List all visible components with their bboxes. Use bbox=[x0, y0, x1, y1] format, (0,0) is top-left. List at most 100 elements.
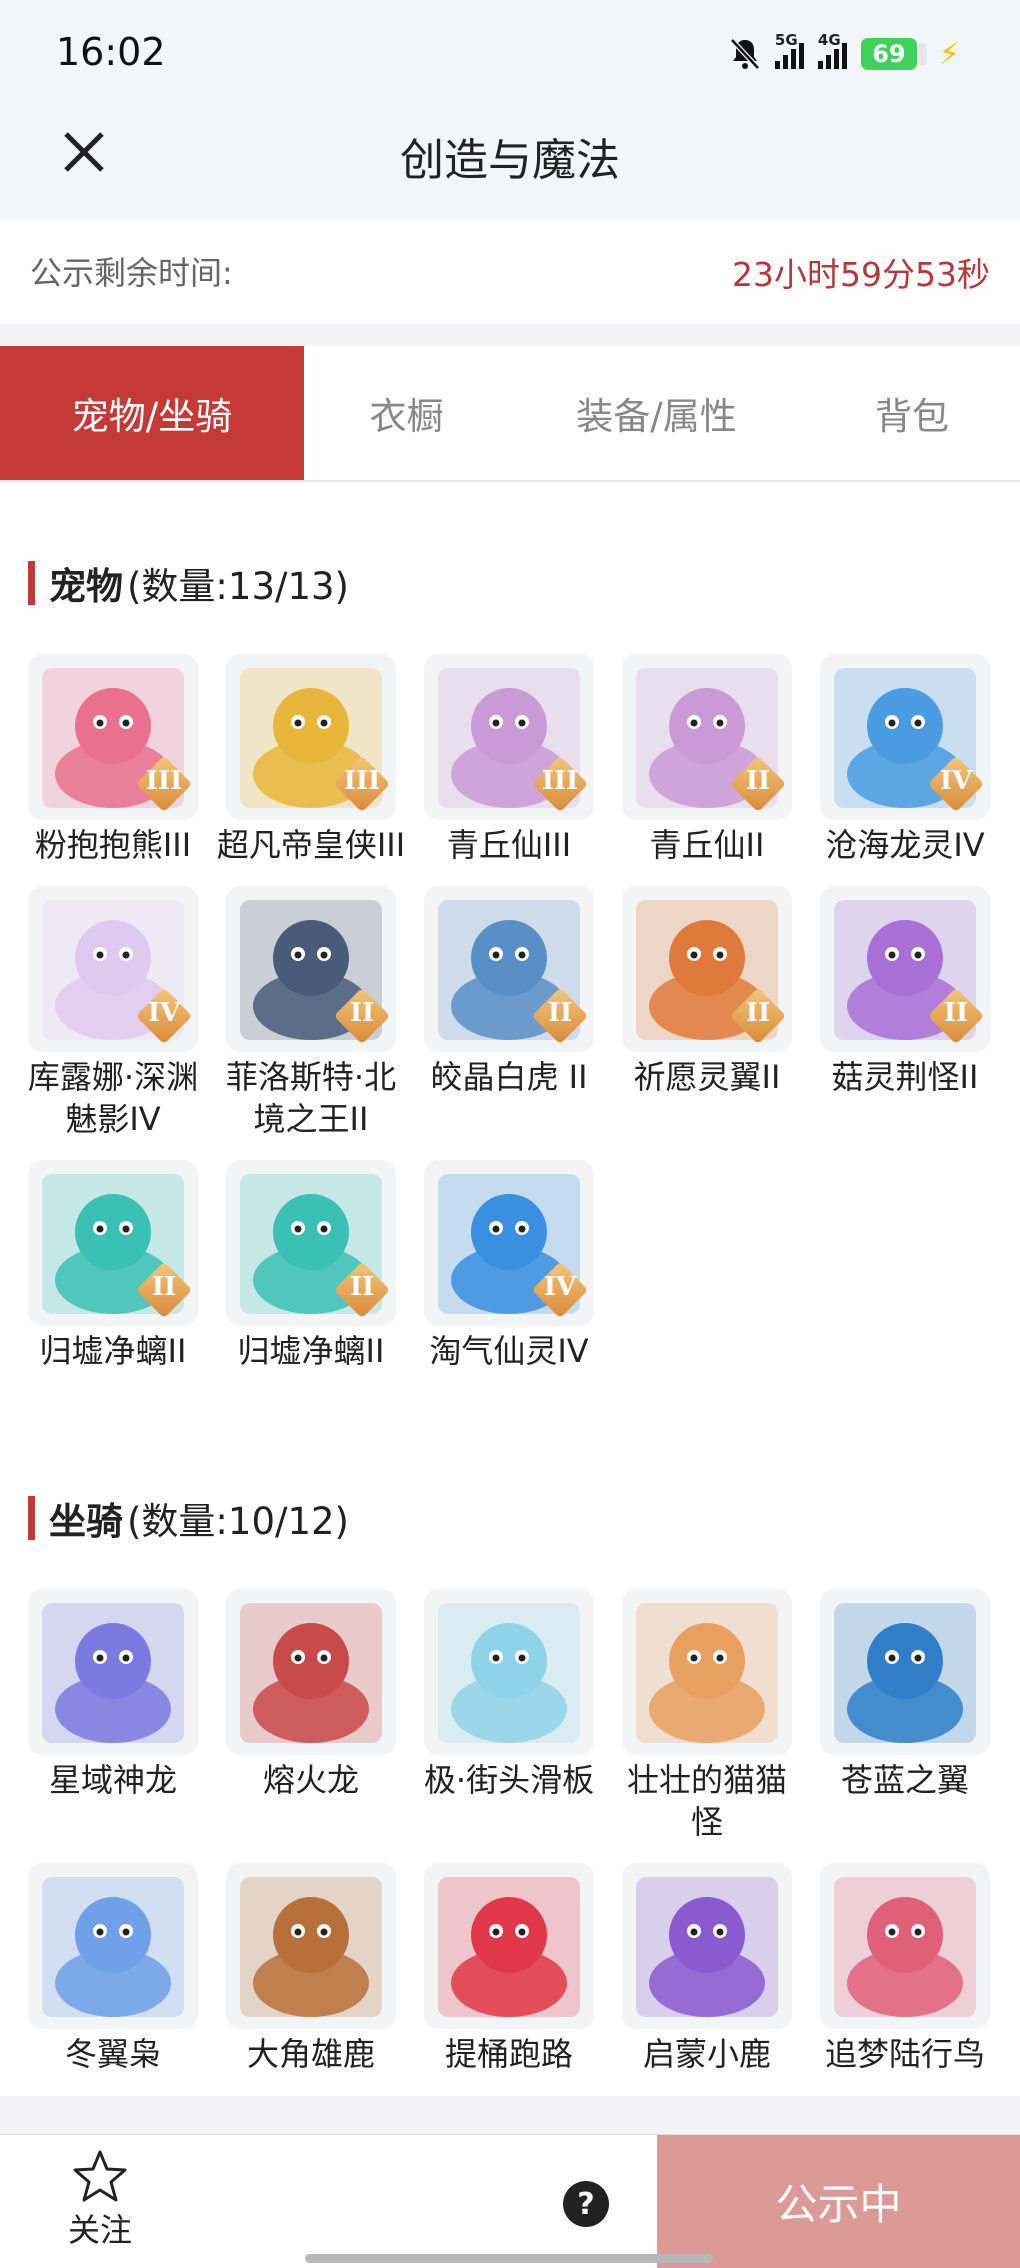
star-icon bbox=[73, 2150, 127, 2202]
grade-badge: II bbox=[927, 987, 985, 1045]
divider bbox=[0, 2096, 1020, 2134]
mounts-item[interactable]: 启蒙小鹿 bbox=[622, 1863, 792, 2075]
mounts-name: 极·街头滑板 bbox=[423, 1761, 595, 1799]
pets-count: (数量:13/13) bbox=[127, 565, 349, 608]
signal-5g-icon: 5G bbox=[774, 31, 804, 69]
pets-item[interactable]: III 粉抱抱熊III bbox=[28, 654, 198, 866]
mounts-image bbox=[424, 1863, 594, 2029]
pets-image: II bbox=[226, 1160, 396, 1326]
pets-name: 祈愿灵翼II bbox=[633, 1058, 781, 1096]
grade-badge: II bbox=[333, 1261, 391, 1319]
nav-bar: 创造与魔法 bbox=[0, 110, 1020, 220]
grade-badge: IV bbox=[927, 755, 985, 813]
mounts-item[interactable]: 熔火龙 bbox=[226, 1589, 396, 1843]
mounts-grid: 星域神龙 熔火龙 极·街头滑板 壮壮的猫猫怪 苍蓝之翼冬翼枭 大角雄鹿 提桶跑路 启蒙小鹿 追梦… bbox=[28, 1589, 998, 2075]
grade-badge: IV bbox=[135, 987, 193, 1045]
mounts-image bbox=[820, 1863, 990, 2029]
signal-4g-icon: 4G bbox=[817, 31, 847, 69]
mounts-item[interactable]: 苍蓝之翼 bbox=[820, 1589, 990, 1843]
mounts-image bbox=[622, 1589, 792, 1755]
bottom-bar: 关注 ? 公示中 bbox=[0, 2134, 1020, 2268]
pets-item[interactable]: II 皎晶白虎 II bbox=[424, 886, 594, 1140]
pets-image: IV bbox=[820, 654, 990, 820]
pets-image: II bbox=[820, 886, 990, 1052]
mounts-item[interactable]: 星域神龙 bbox=[28, 1589, 198, 1843]
status-icons: 5G 4G 69 ⚡ bbox=[729, 31, 960, 74]
pets-item[interactable]: II 祈愿灵翼II bbox=[622, 886, 792, 1140]
follow-label: 关注 bbox=[67, 2211, 132, 2249]
mounts-name: 苍蓝之翼 bbox=[840, 1761, 969, 1799]
mounts-image bbox=[820, 1589, 990, 1755]
mounts-title: 坐骑 bbox=[49, 1500, 123, 1543]
divider bbox=[0, 324, 1020, 346]
pets-image: II bbox=[622, 654, 792, 820]
pets-item[interactable]: IV 淘气仙灵IV bbox=[424, 1160, 594, 1372]
pets-item[interactable]: IV 库露娜·深渊魅影IV bbox=[28, 886, 198, 1140]
grade-badge: III bbox=[531, 755, 589, 813]
countdown-label: 公示剩余时间: bbox=[30, 254, 233, 292]
mounts-name: 提桶跑路 bbox=[444, 2035, 573, 2073]
mounts-name: 追梦陆行鸟 bbox=[824, 2035, 985, 2073]
mute-bell-icon bbox=[730, 38, 760, 70]
pets-name: 青丘仙III bbox=[446, 826, 572, 864]
pets-name: 沧海龙灵IV bbox=[825, 826, 985, 864]
tab-bar: 宠物/坐骑 衣橱 装备/属性 背包 bbox=[0, 346, 1020, 482]
pets-item[interactable]: II 青丘仙II bbox=[622, 654, 792, 866]
mounts-name: 大角雄鹿 bbox=[246, 2035, 375, 2073]
pets-name: 皎晶白虎 II bbox=[430, 1058, 588, 1096]
pets-item[interactable]: II 归墟净螭II bbox=[28, 1160, 198, 1372]
pets-item[interactable]: III 青丘仙III bbox=[424, 654, 594, 866]
mounts-count: (数量:10/12) bbox=[127, 1500, 349, 1543]
pets-name: 归墟净螭II bbox=[237, 1332, 385, 1370]
section-marker bbox=[28, 561, 35, 605]
tab-equipment[interactable]: 装备/属性 bbox=[509, 346, 804, 480]
follow-button[interactable]: 关注 bbox=[40, 2149, 160, 2251]
pets-image: III bbox=[226, 654, 396, 820]
mounts-item[interactable]: 大角雄鹿 bbox=[226, 1863, 396, 2075]
pets-section-title: 宠物 (数量:13/13) bbox=[28, 556, 349, 610]
status-bar: 16:02 5G 4G 69 ⚡ bbox=[0, 0, 1020, 110]
mounts-image bbox=[28, 1863, 198, 2029]
mounts-item[interactable]: 极·街头滑板 bbox=[424, 1589, 594, 1843]
grade-badge: II bbox=[729, 755, 787, 813]
status-time: 16:02 bbox=[56, 30, 166, 74]
pets-item[interactable]: II 菲洛斯特·北境之王II bbox=[226, 886, 396, 1140]
grade-badge: IV bbox=[531, 1261, 589, 1319]
pets-image: IV bbox=[424, 1160, 594, 1326]
tab-wardrobe[interactable]: 衣橱 bbox=[304, 346, 509, 480]
grade-badge: III bbox=[333, 755, 391, 813]
pets-item[interactable]: II 菇灵荆怪II bbox=[820, 886, 990, 1140]
mounts-image bbox=[28, 1589, 198, 1755]
pets-name: 菇灵荆怪II bbox=[831, 1058, 979, 1096]
mounts-image bbox=[226, 1863, 396, 2029]
pets-item[interactable]: II 归墟净螭II bbox=[226, 1160, 396, 1372]
tab-pets-mounts[interactable]: 宠物/坐骑 bbox=[0, 346, 304, 480]
home-indicator bbox=[305, 2254, 713, 2263]
mounts-item[interactable]: 追梦陆行鸟 bbox=[820, 1863, 990, 2075]
grade-badge: II bbox=[135, 1261, 193, 1319]
mounts-name: 启蒙小鹿 bbox=[642, 2035, 771, 2073]
pets-name: 库露娜·深渊魅影IV bbox=[27, 1058, 199, 1138]
publish-status-button[interactable]: 公示中 bbox=[657, 2135, 1020, 2268]
countdown-row: 公示剩余时间: 23小时59分53秒 bbox=[0, 220, 1020, 324]
mounts-section-title: 坐骑 (数量:10/12) bbox=[28, 1491, 349, 1545]
mounts-item[interactable]: 冬翼枭 bbox=[28, 1863, 198, 2075]
page-title: 创造与魔法 bbox=[400, 135, 620, 186]
pets-name: 归墟净螭II bbox=[39, 1332, 187, 1370]
battery-icon: 69 bbox=[860, 38, 927, 70]
grade-badge: II bbox=[531, 987, 589, 1045]
section-marker bbox=[28, 1496, 35, 1540]
pets-name: 淘气仙灵IV bbox=[429, 1332, 589, 1370]
mounts-item[interactable]: 提桶跑路 bbox=[424, 1863, 594, 2075]
mounts-item[interactable]: 壮壮的猫猫怪 bbox=[622, 1589, 792, 1843]
mounts-image bbox=[622, 1863, 792, 2029]
mounts-image bbox=[424, 1589, 594, 1755]
tab-backpack[interactable]: 背包 bbox=[804, 346, 1020, 480]
pets-item[interactable]: IV 沧海龙灵IV bbox=[820, 654, 990, 866]
help-icon[interactable]: ? bbox=[563, 2181, 609, 2227]
charging-icon: ⚡ bbox=[938, 36, 960, 72]
mounts-image bbox=[226, 1589, 396, 1755]
pets-item[interactable]: III 超凡帝皇侠III bbox=[217, 654, 405, 866]
pets-name: 菲洛斯特·北境之王II bbox=[225, 1058, 397, 1138]
pets-image: II bbox=[622, 886, 792, 1052]
